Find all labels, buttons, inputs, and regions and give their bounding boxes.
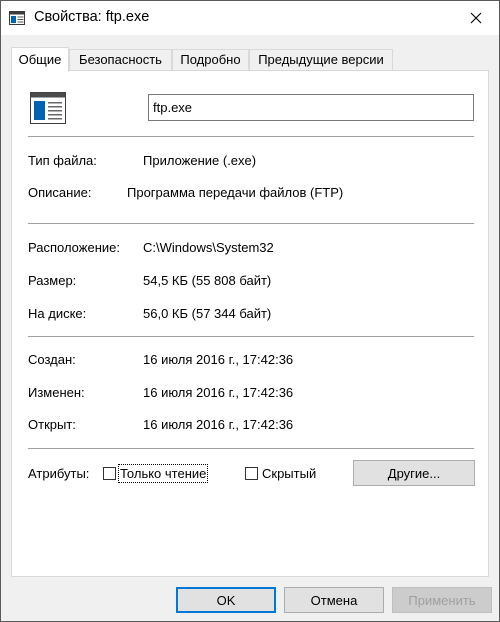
readonly-checkbox-box[interactable] — [103, 467, 116, 480]
disk-size-value: 56,0 КБ (57 344 байт) — [143, 306, 272, 321]
close-icon — [470, 12, 482, 24]
modified-label: Изменен: — [28, 385, 85, 400]
created-label: Создан: — [28, 352, 76, 367]
description-label: Описание: — [28, 185, 92, 200]
location-label: Расположение: — [28, 240, 120, 255]
apply-button[interactable]: Применить — [392, 587, 492, 613]
attributes-label: Атрибуты: — [28, 466, 90, 481]
title-bar[interactable]: Свойства: ftp.exe — [1, 1, 499, 35]
size-value: 54,5 КБ (55 808 байт) — [143, 273, 272, 288]
general-tab-panel: Тип файла: Приложение (.exe) Описание: П… — [11, 70, 489, 577]
tab-details[interactable]: Подробно — [172, 49, 249, 71]
location-value: C:\Windows\System32 — [143, 240, 274, 255]
separator — [28, 448, 474, 449]
application-file-icon — [30, 92, 66, 124]
tab-previous-versions[interactable]: Предыдущие версии — [249, 49, 393, 71]
tab-general[interactable]: Общие — [11, 47, 69, 72]
window-title: Свойства: ftp.exe — [34, 9, 150, 25]
separator — [28, 336, 474, 337]
disk-size-label: На диске: — [28, 306, 87, 321]
created-value: 16 июля 2016 г., 17:42:36 — [143, 352, 294, 367]
file-name-input[interactable] — [148, 94, 474, 121]
advanced-attributes-button[interactable]: Другие... — [353, 460, 475, 486]
ok-button[interactable]: OK — [176, 587, 276, 613]
readonly-checkbox[interactable]: Только чтение — [103, 464, 209, 483]
size-label: Размер: — [28, 273, 77, 288]
window-app-icon — [9, 11, 25, 25]
hidden-checkbox-label[interactable]: Скрытый — [262, 466, 316, 481]
tab-security[interactable]: Безопасность — [69, 49, 172, 71]
modified-value: 16 июля 2016 г., 17:42:36 — [143, 385, 294, 400]
readonly-checkbox-label[interactable]: Только чтение — [117, 464, 209, 483]
properties-dialog: Свойства: ftp.exe Общие Безопасность Под… — [0, 0, 500, 622]
separator — [28, 136, 474, 137]
close-button[interactable] — [453, 1, 499, 35]
type-value: Приложение (.exe) — [143, 153, 257, 168]
separator — [28, 223, 474, 224]
accessed-value: 16 июля 2016 г., 17:42:36 — [143, 417, 294, 432]
accessed-label: Открыт: — [28, 417, 76, 432]
cancel-button[interactable]: Отмена — [284, 587, 384, 613]
hidden-checkbox-box[interactable] — [245, 467, 258, 480]
type-label: Тип файла: — [28, 153, 97, 168]
description-value: Программа передачи файлов (FTP) — [127, 185, 344, 200]
hidden-checkbox[interactable]: Скрытый — [245, 466, 316, 481]
